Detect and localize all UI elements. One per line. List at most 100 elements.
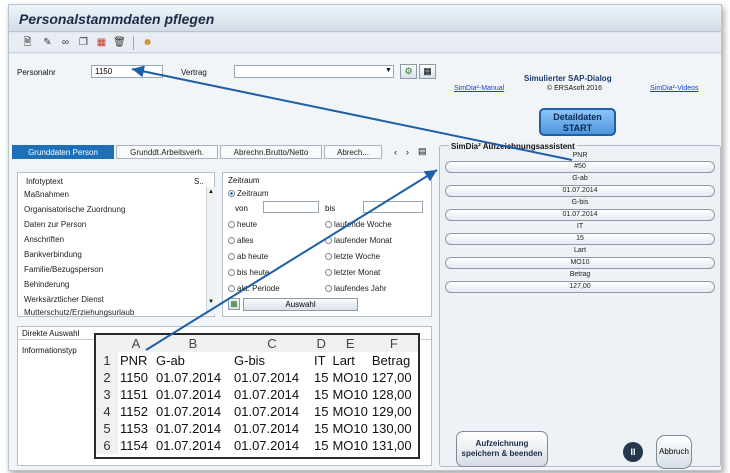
radio-laufendes-jahr[interactable]: laufendes Jahr — [325, 284, 386, 293]
cell[interactable]: G-bis — [232, 352, 312, 369]
pause-icon[interactable]: II — [623, 442, 643, 462]
cell[interactable]: MO10 — [330, 386, 369, 403]
cell[interactable]: 01.07.2014 — [154, 369, 232, 386]
cell[interactable]: 01.07.2014 — [154, 403, 232, 420]
cell[interactable]: 15 — [312, 369, 330, 386]
cell[interactable]: MO10 — [330, 420, 369, 437]
cell[interactable]: PNR — [118, 352, 154, 369]
cell[interactable]: Betrag — [370, 352, 418, 369]
informationstyp-label: Informationstyp — [22, 346, 77, 355]
cell[interactable]: 1154 — [118, 437, 154, 454]
cell[interactable]: MO10 — [330, 437, 369, 454]
cell[interactable]: 128,00 — [370, 386, 418, 403]
abbruch-button[interactable]: Abbruch — [656, 435, 692, 469]
infotype-column-header: Infotyptext — [26, 177, 63, 186]
list-item[interactable]: Behinderung — [24, 280, 69, 289]
list-item[interactable]: Mutterschutz/Erziehungsurlaub — [24, 308, 134, 317]
new-document-icon[interactable]: 🗎 — [21, 36, 34, 49]
simdia-copyright: © ERSAsoft 2016 — [547, 85, 602, 92]
cell[interactable]: 01.07.2014 — [232, 369, 312, 386]
list-item[interactable]: Familie/Bezugsperson — [24, 265, 103, 274]
list-item[interactable]: Maßnahmen — [24, 190, 69, 199]
scrollbar[interactable]: ▲ ▼ — [206, 187, 215, 315]
cell[interactable]: MO10 — [330, 369, 369, 386]
radio-ab-heute[interactable]: ab heute — [228, 252, 268, 261]
radio-icon — [325, 221, 332, 228]
gab-field[interactable]: 01.07.2014 — [445, 185, 715, 197]
table-icon[interactable]: ▦ — [419, 64, 436, 79]
tab-scroll-right-icon[interactable]: › — [406, 147, 409, 157]
glasses-icon[interactable]: ∞ — [59, 36, 72, 49]
tab-abrechn-brutto-netto[interactable]: Abrechn.Brutto/Netto — [220, 145, 322, 159]
cell[interactable]: 15 — [312, 420, 330, 437]
auswahl-button[interactable]: Auswahl — [243, 298, 358, 311]
tab-abrech[interactable]: Abrech... — [324, 145, 382, 159]
detaildaten-start-button[interactable]: Detaildaten START — [539, 108, 616, 136]
cell[interactable]: 1153 — [118, 420, 154, 437]
von-input[interactable] — [263, 201, 319, 213]
cell[interactable]: 1150 — [118, 369, 154, 386]
edit-pencil-icon[interactable]: ✎ — [41, 36, 54, 49]
cell[interactable]: 01.07.2014 — [154, 386, 232, 403]
cell[interactable]: 127,00 — [370, 369, 418, 386]
cell[interactable]: 01.07.2014 — [232, 420, 312, 437]
radio-laufender-monat[interactable]: laufender Monat — [325, 236, 392, 245]
personalnr-input[interactable]: 1150 — [91, 65, 163, 78]
overview-icon[interactable]: ▦ — [95, 36, 108, 49]
radio-letzte-woche[interactable]: letzte Woche — [325, 252, 380, 261]
scroll-up-icon[interactable]: ▲ — [208, 189, 214, 195]
cell[interactable]: G-ab — [154, 352, 232, 369]
cell[interactable]: 1151 — [118, 386, 154, 403]
cell[interactable]: MO10 — [330, 403, 369, 420]
list-item[interactable]: Anschriften — [24, 235, 64, 244]
list-item[interactable]: Organisatorische Zuordnung — [24, 205, 125, 214]
person-icon[interactable]: ☻ — [141, 36, 154, 49]
radio-alles[interactable]: alles — [228, 236, 253, 245]
lart-field[interactable]: MO10 — [445, 257, 715, 269]
simdia-manual-link[interactable]: SimDia²-Manual — [454, 85, 504, 92]
cell[interactable]: 131,00 — [370, 437, 418, 454]
cell[interactable]: 01.07.2014 — [154, 437, 232, 454]
radio-akt-periode[interactable]: akt. Periode — [228, 284, 280, 293]
cell[interactable]: 01.07.2014 — [232, 403, 312, 420]
delete-trash-icon[interactable]: 🗑 — [113, 36, 126, 49]
simdia-videos-link[interactable]: SimDia²-Videos — [650, 85, 699, 92]
cell[interactable]: IT — [312, 352, 330, 369]
hierarchy-icon[interactable]: ⚙ — [400, 64, 417, 79]
bis-input[interactable] — [363, 201, 423, 213]
list-item[interactable]: Bankverbindung — [24, 250, 82, 259]
cell[interactable]: 01.07.2014 — [232, 386, 312, 403]
radio-zeitraum[interactable]: Zeitraum — [228, 189, 269, 198]
cell[interactable]: 15 — [312, 403, 330, 420]
calendar-icon[interactable]: ▦ — [228, 298, 240, 310]
tab-list-icon[interactable]: ▤ — [418, 146, 427, 157]
tab-scroll-left-icon[interactable]: ‹ — [394, 147, 397, 157]
radio-laufende-woche[interactable]: laufende Woche — [325, 220, 392, 229]
radio-letzter-monat[interactable]: letzter Monat — [325, 268, 380, 277]
save-and-end-button[interactable]: Aufzeichnung speichern & beenden — [456, 431, 548, 467]
radio-heute[interactable]: heute — [228, 220, 257, 229]
list-item[interactable]: Daten zur Person — [24, 220, 86, 229]
cell[interactable]: 15 — [312, 437, 330, 454]
scroll-down-icon[interactable]: ▼ — [208, 299, 214, 305]
cell[interactable]: 15 — [312, 386, 330, 403]
list-item[interactable]: Werksärztlicher Dienst — [24, 295, 104, 304]
copy-icon[interactable]: ❐ — [77, 36, 90, 49]
tab-grunddt-arbeitsverh[interactable]: Grunddt.Arbeitsverh. — [116, 145, 218, 159]
radio-bis-heute[interactable]: bis heute — [228, 268, 269, 277]
cell[interactable]: 01.07.2014 — [154, 420, 232, 437]
gbis-field[interactable]: 01.07.2014 — [445, 209, 715, 221]
chevron-down-icon[interactable]: ▼ — [385, 67, 392, 74]
betrag-field[interactable]: 127,00 — [445, 281, 715, 293]
radio-label: laufende Woche — [334, 220, 392, 229]
cell[interactable]: 1152 — [118, 403, 154, 420]
vertrag-dropdown[interactable] — [234, 65, 394, 78]
cell[interactable]: 129,00 — [370, 403, 418, 420]
pnr-field[interactable]: #50 — [445, 161, 715, 173]
column-header: F — [369, 335, 418, 352]
cell[interactable]: Lart — [330, 352, 369, 369]
cell[interactable]: 01.07.2014 — [232, 437, 312, 454]
it-field[interactable]: 15 — [445, 233, 715, 245]
cell[interactable]: 130,00 — [370, 420, 418, 437]
tab-grunddaten-person[interactable]: Grunddaten Person — [12, 145, 114, 159]
